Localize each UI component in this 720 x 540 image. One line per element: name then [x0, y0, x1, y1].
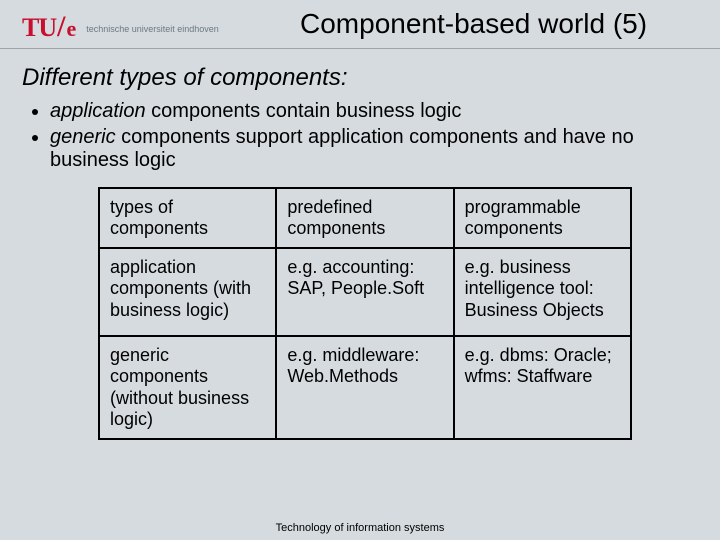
slide: TU / e technische universiteit eindhoven…: [0, 0, 720, 540]
component-table: types of components predefined component…: [98, 187, 632, 440]
table-cell: e.g. middleware: Web.Methods: [276, 336, 453, 439]
tue-logo: TU / e technische universiteit eindhoven: [22, 10, 219, 44]
table-row: generic components (without business log…: [99, 336, 631, 439]
bullet-list: application components contain business …: [22, 100, 698, 173]
logo-subtitle: technische universiteit eindhoven: [86, 24, 219, 34]
table-cell: programmable components: [454, 188, 631, 248]
table-row: types of components predefined component…: [99, 188, 631, 248]
slide-header: TU / e technische universiteit eindhoven…: [0, 0, 720, 50]
bullet-text: components contain business logic: [146, 100, 462, 122]
logo-e: e: [66, 16, 76, 42]
bullet-text: components support application component…: [50, 126, 634, 172]
logo-slash-icon: /: [57, 10, 65, 44]
slide-content: Different types of components: applicati…: [0, 50, 720, 440]
header-divider: [0, 48, 720, 49]
table-cell: generic components (without business log…: [99, 336, 276, 439]
logo-tu: TU: [22, 13, 56, 43]
table-row: application components (with business lo…: [99, 248, 631, 336]
slide-footer: Technology of information systems: [0, 522, 720, 534]
component-table-wrap: types of components predefined component…: [98, 187, 632, 440]
table-cell: predefined components: [276, 188, 453, 248]
table-cell: e.g. accounting: SAP, People.Soft: [276, 248, 453, 336]
bullet-emphasis: generic: [50, 126, 116, 148]
table-cell: application components (with business lo…: [99, 248, 276, 336]
list-item: generic components support application c…: [50, 126, 698, 173]
table-cell: e.g. dbms: Oracle; wfms: Staffware: [454, 336, 631, 439]
slide-title: Component-based world (5): [300, 8, 647, 40]
bullet-emphasis: application: [50, 100, 146, 122]
list-item: application components contain business …: [50, 100, 698, 124]
table-cell: types of components: [99, 188, 276, 248]
table-cell: e.g. business intelligence tool: Busines…: [454, 248, 631, 336]
content-subtitle: Different types of components:: [22, 64, 698, 92]
